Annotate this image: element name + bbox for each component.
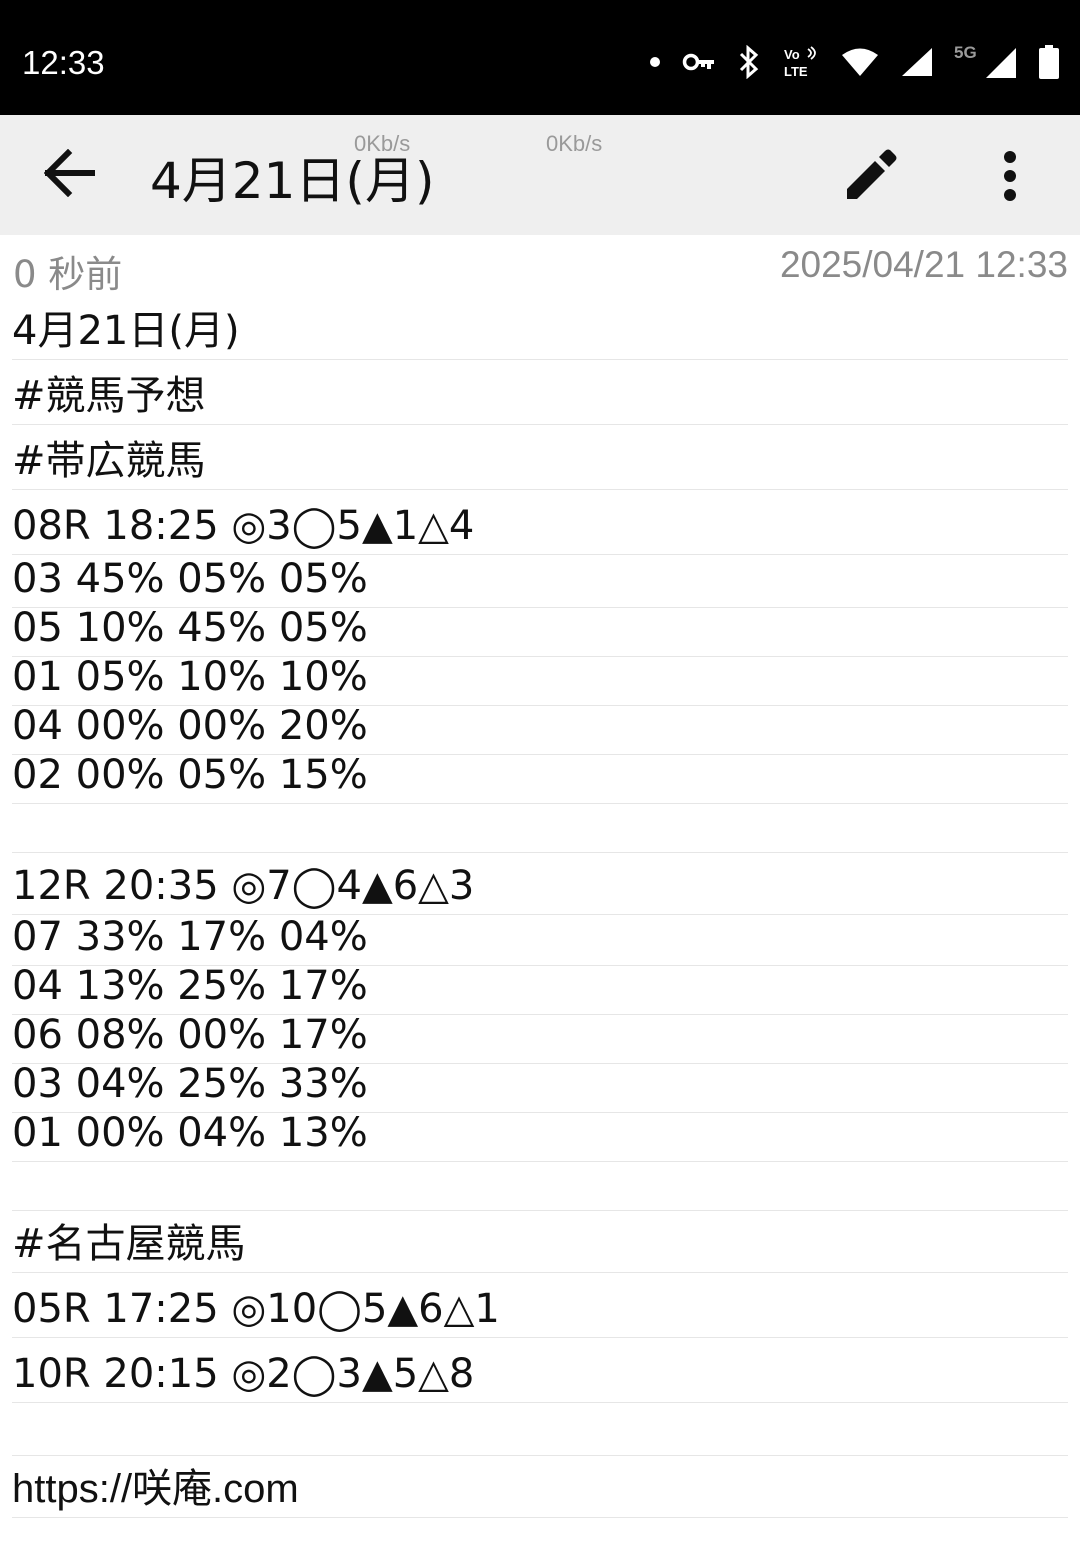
- note-blank-line: [12, 1403, 1068, 1456]
- note-blank-line: [12, 1162, 1068, 1211]
- note-line-text: 07 33% 17% 04%: [12, 914, 368, 960]
- volte-label-top: Vo: [784, 47, 800, 62]
- note-line-text: 06 08% 00% 17%: [12, 1012, 368, 1058]
- note-line-text: 08R 18:25 ◎3◯5▲1△4: [12, 503, 475, 549]
- note-line-text: 01 05% 10% 10%: [12, 654, 368, 700]
- note-line: 05 10% 45% 05%: [12, 608, 1068, 657]
- more-options-button[interactable]: [980, 143, 1040, 213]
- app-bar: 0Kb/s 0Kb/s 4月21日(月): [0, 115, 1080, 235]
- vpn-key-icon: [682, 51, 716, 73]
- dot-icon: [648, 55, 662, 69]
- note-line: 06 08% 00% 17%: [12, 1015, 1068, 1064]
- note-line: 03 45% 05% 05%: [12, 555, 1068, 608]
- note-line-text: https://咲庵.com: [12, 1467, 299, 1511]
- note-line: 10R 20:15 ◎2◯3▲5△8: [12, 1338, 1068, 1403]
- note-line: #帯広競馬: [12, 425, 1068, 490]
- note-line: 05R 17:25 ◎10◯5▲6△1: [12, 1273, 1068, 1338]
- note-line: 04 00% 00% 20%: [12, 706, 1068, 755]
- signal-5g-icon: 5G: [954, 44, 1018, 80]
- note-line-text: 01 00% 04% 13%: [12, 1110, 368, 1156]
- note-line-text: 02 00% 05% 15%: [12, 752, 368, 798]
- note-line: 12R 20:35 ◎7◯4▲6△3: [12, 853, 1068, 915]
- battery-icon: [1038, 45, 1060, 79]
- volte-label-bottom: LTE: [784, 64, 808, 79]
- note-line: #名古屋競馬: [12, 1211, 1068, 1273]
- note-line: 02 00% 05% 15%: [12, 755, 1068, 804]
- status-time: 12:33: [22, 44, 105, 81]
- note-blank-line: [12, 804, 1068, 853]
- wifi-icon: [840, 46, 880, 78]
- page-title: 4月21日(月): [150, 152, 435, 210]
- note-line: 07 33% 17% 04%: [12, 915, 1068, 966]
- note-line: 01 05% 10% 10%: [12, 657, 1068, 706]
- note-line: 4月21日(月): [12, 300, 1068, 360]
- note-line-text: 10R 20:15 ◎2◯3▲5△8: [12, 1351, 475, 1397]
- note-line-text: #競馬予想: [12, 373, 206, 419]
- note-line-text: 04 00% 00% 20%: [12, 703, 368, 749]
- note-line: 04 13% 25% 17%: [12, 966, 1068, 1015]
- note-line: 01 00% 04% 13%: [12, 1113, 1068, 1162]
- note-line-text: 4月21日(月): [12, 308, 240, 354]
- network-label: 5G: [954, 44, 977, 62]
- note-line-text: 05R 17:25 ◎10◯5▲6△1: [12, 1286, 500, 1332]
- note-line-text: 12R 20:35 ◎7◯4▲6△3: [12, 863, 475, 909]
- relative-time: 0 秒前: [13, 253, 123, 296]
- note-line: #競馬予想: [12, 360, 1068, 425]
- volte-icon: Vo LTE: [782, 45, 820, 79]
- bluetooth-icon: [736, 45, 762, 79]
- note-line: 03 04% 25% 33%: [12, 1064, 1068, 1113]
- pencil-icon: [841, 147, 899, 209]
- note-line-text: #名古屋競馬: [12, 1221, 246, 1267]
- note-line-text: #帯広競馬: [12, 438, 206, 484]
- note-line-text: 04 13% 25% 17%: [12, 963, 368, 1009]
- net-speed-indicator: 0Kb/s: [546, 131, 603, 156]
- status-bar: 12:33 Vo LTE 5G: [0, 0, 1080, 115]
- edit-button[interactable]: [835, 143, 905, 213]
- note-line-text: 05 10% 45% 05%: [12, 605, 368, 651]
- more-vert-icon: [1002, 151, 1018, 205]
- note-line-text: 03 45% 05% 05%: [12, 556, 368, 602]
- note-line: 08R 18:25 ◎3◯5▲1△4: [12, 490, 1068, 555]
- status-icons: Vo LTE 5G: [648, 44, 1060, 80]
- signal-icon: [900, 46, 934, 78]
- arrow-back-icon: [43, 148, 96, 201]
- note-line-text: 03 04% 25% 33%: [12, 1061, 368, 1107]
- timestamp: 2025/04/21 12:33: [779, 244, 1068, 285]
- back-button[interactable]: [30, 145, 110, 205]
- note-line: https://咲庵.com: [12, 1456, 1068, 1518]
